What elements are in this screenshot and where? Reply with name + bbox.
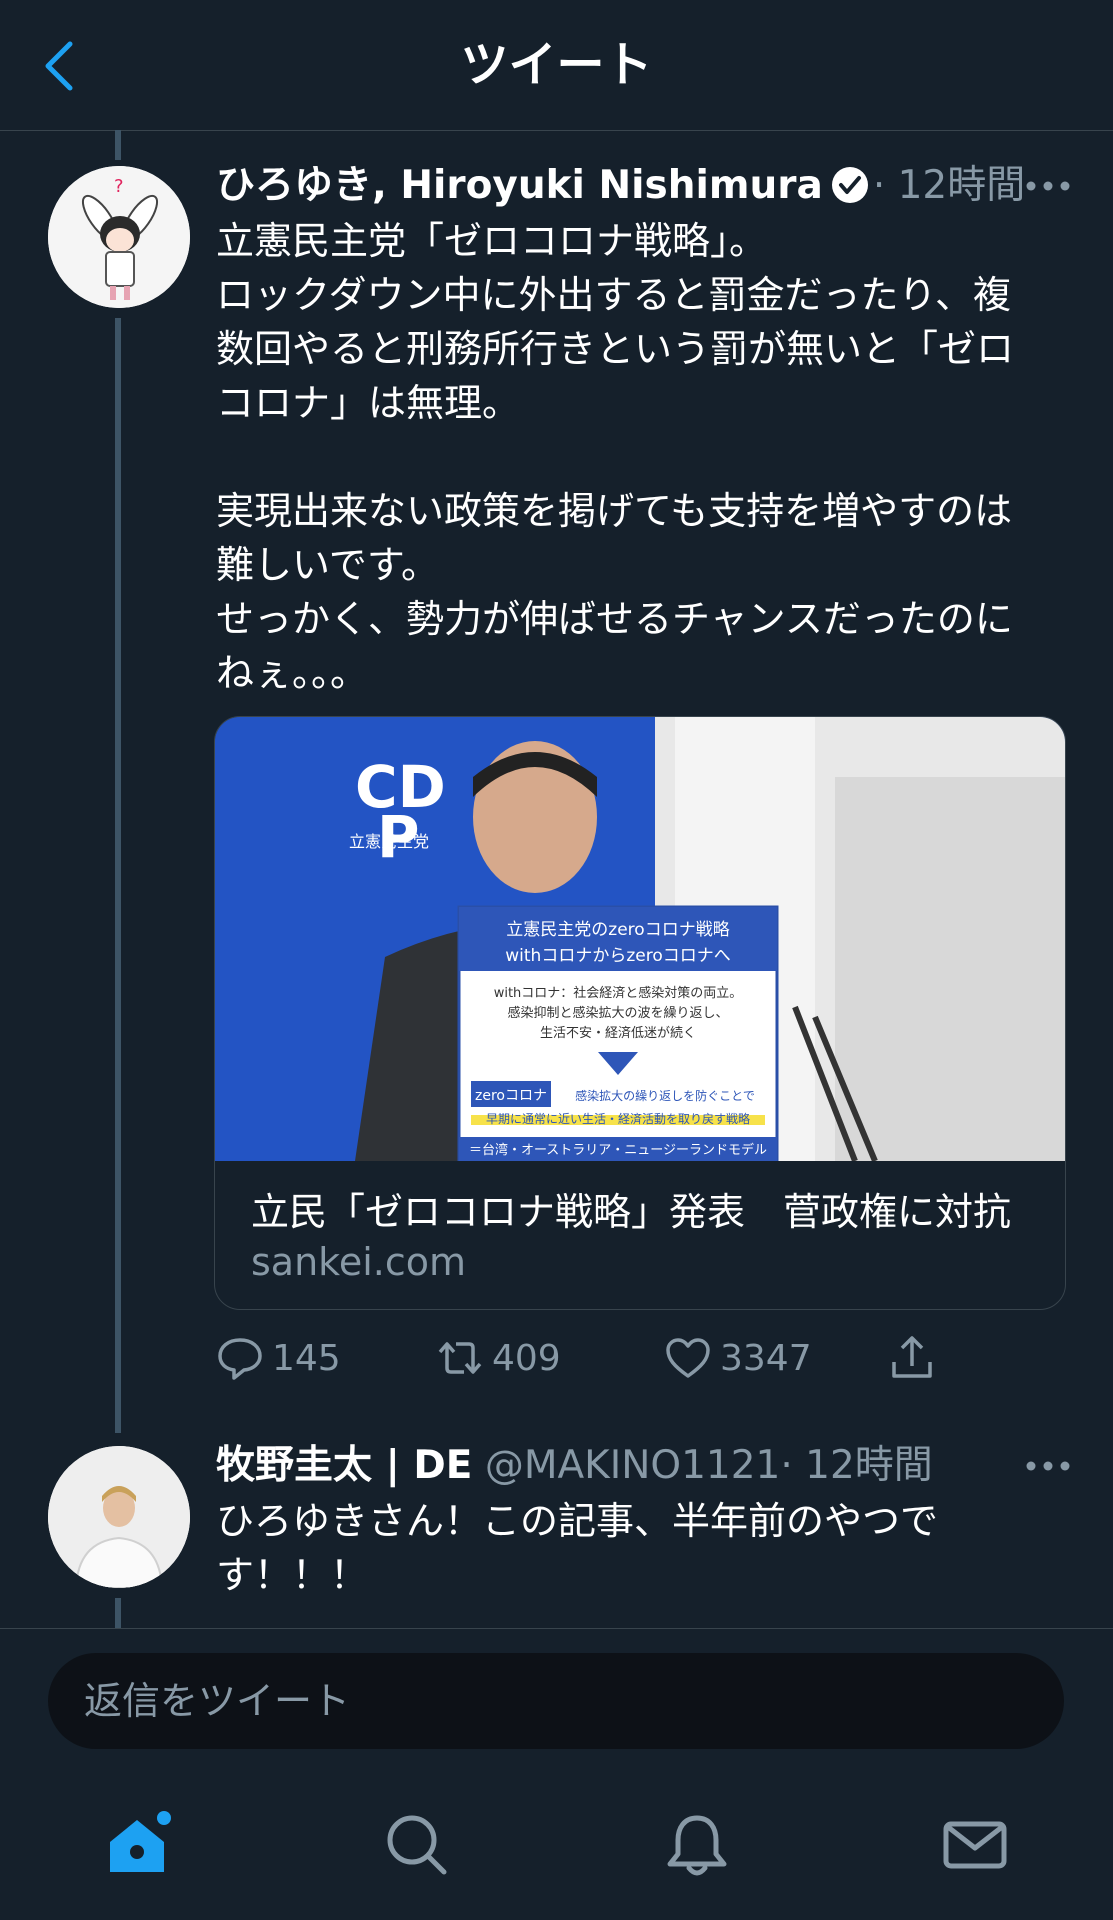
card-title: 立民「ゼロコロナ戦略」発表 菅政権に対抗 — [251, 1190, 1012, 1234]
reply-line: す！！！ — [216, 1553, 369, 1597]
more-horizontal-icon[interactable] — [1023, 1451, 1073, 1481]
sign-line: withコロナ：社会経済と感染対策の両立。 — [494, 985, 743, 1001]
reply-handle[interactable]: @MAKINO1121 — [485, 1443, 781, 1488]
svg-text:?: ? — [114, 176, 124, 197]
reply-button[interactable]: 145 — [216, 1330, 341, 1386]
thread-line-top — [115, 130, 121, 160]
search-icon[interactable] — [382, 1810, 452, 1880]
reply-avatar[interactable] — [48, 1446, 190, 1588]
tweet-line: コロナ」は無理。 — [216, 381, 521, 425]
reply-text: ひろゆきさん！この記事、半年前のやつで す！！！ — [216, 1494, 1046, 1602]
tweet-actions: 145 409 3347 — [216, 1330, 1066, 1386]
tweet-text: 立憲民主党「ゼロコロナ戦略」。 ロックダウン中に外出すると罰金だったり、複 数回… — [216, 214, 1046, 700]
thread-line-main — [115, 318, 121, 1433]
sign-line: 感染拡大の繰り返しを防ぐことで — [575, 1088, 755, 1103]
tweet-time[interactable]: · 12時間 — [873, 163, 1025, 208]
tweet-line: ロックダウン中に外出すると罰金だったり、複 — [216, 273, 1011, 317]
tweet-line: せっかく、勢力が伸ばせるチャンスだったのに — [216, 597, 1013, 641]
heart-icon — [666, 1338, 710, 1378]
tweet-header: ひろゆき, Hiroyuki Nishimura · 12時間 — [216, 160, 1025, 212]
sign-head: 立憲民主党のzeroコロナ戦略 — [506, 919, 729, 940]
thread-line-bottom — [115, 1598, 121, 1628]
reply-avatar-photo — [48, 1446, 190, 1588]
sign-line: 感染抑制と感染拡大の波を繰り返し、 — [507, 1005, 728, 1021]
reply-count: 145 — [272, 1337, 341, 1379]
sign-line: 早期に通常に近い生活・経済活動を取り戻す戦略 — [486, 1111, 750, 1126]
tab-bar — [0, 1770, 1113, 1920]
reply-header: 牧野圭太 | DE @MAKINO1121· 12時間 — [216, 1440, 933, 1492]
avatar-illustration: ? — [48, 166, 190, 308]
page-title: ツイート — [460, 37, 653, 93]
tweet-line: 難しいです。 — [216, 543, 440, 587]
tweet-line: 数回やると刑務所行きという罰が無いと「ゼロ — [216, 327, 1015, 371]
retweet-count: 409 — [492, 1337, 561, 1379]
sign-line: ＝台湾・オーストラリア・ニュージーランドモデル — [469, 1142, 767, 1158]
share-icon — [892, 1336, 932, 1378]
reply-time[interactable]: · 12時間 — [780, 1443, 932, 1488]
reply-input[interactable]: 返信をツイート — [48, 1653, 1064, 1749]
reply-placeholder: 返信をツイート — [84, 1679, 351, 1723]
tweet-line: ねぇ。。。 — [216, 651, 369, 695]
tweet-line: 実現出来ない政策を掲げても支持を増やすのは — [216, 489, 1013, 533]
sign-line: 生活不安・経済低迷が続く — [540, 1025, 696, 1041]
card-domain: sankei.com — [251, 1240, 466, 1284]
link-card[interactable]: CD P 立憲民主党 立憲民主党のzeroコロナ戦略 withコロナからzero… — [214, 716, 1066, 1310]
verified-badge-icon — [831, 167, 868, 203]
bell-icon[interactable] — [662, 1810, 732, 1880]
sign-sub: withコロナからzeroコロナへ — [505, 946, 730, 966]
party-logo-text: 立憲民主党 — [349, 832, 429, 851]
retweet-button[interactable]: 409 — [436, 1330, 561, 1386]
avatar[interactable]: ? — [48, 166, 190, 308]
share-button[interactable] — [888, 1330, 944, 1386]
reply-author-name[interactable]: 牧野圭太 | DE — [216, 1443, 472, 1488]
tweet-line: 立憲民主党「ゼロコロナ戦略」。 — [216, 219, 768, 263]
reply-line: ひろゆきさん！この記事、半年前のやつで — [216, 1499, 939, 1543]
sign-zero: zeroコロナ — [475, 1088, 547, 1104]
like-button[interactable]: 3347 — [664, 1330, 812, 1386]
more-horizontal-icon[interactable] — [1023, 171, 1073, 201]
mail-icon[interactable] — [940, 1810, 1010, 1880]
like-count: 3347 — [720, 1337, 812, 1379]
author-name[interactable]: ひろゆき, Hiroyuki Nishimura — [216, 163, 823, 208]
retweet-icon — [438, 1342, 482, 1374]
card-image: CD P 立憲民主党 立憲民主党のzeroコロナ戦略 withコロナからzero… — [215, 717, 1065, 1161]
home-icon[interactable] — [104, 1810, 174, 1880]
top-bar: ツイート — [0, 0, 1113, 131]
reply-icon — [218, 1338, 262, 1380]
